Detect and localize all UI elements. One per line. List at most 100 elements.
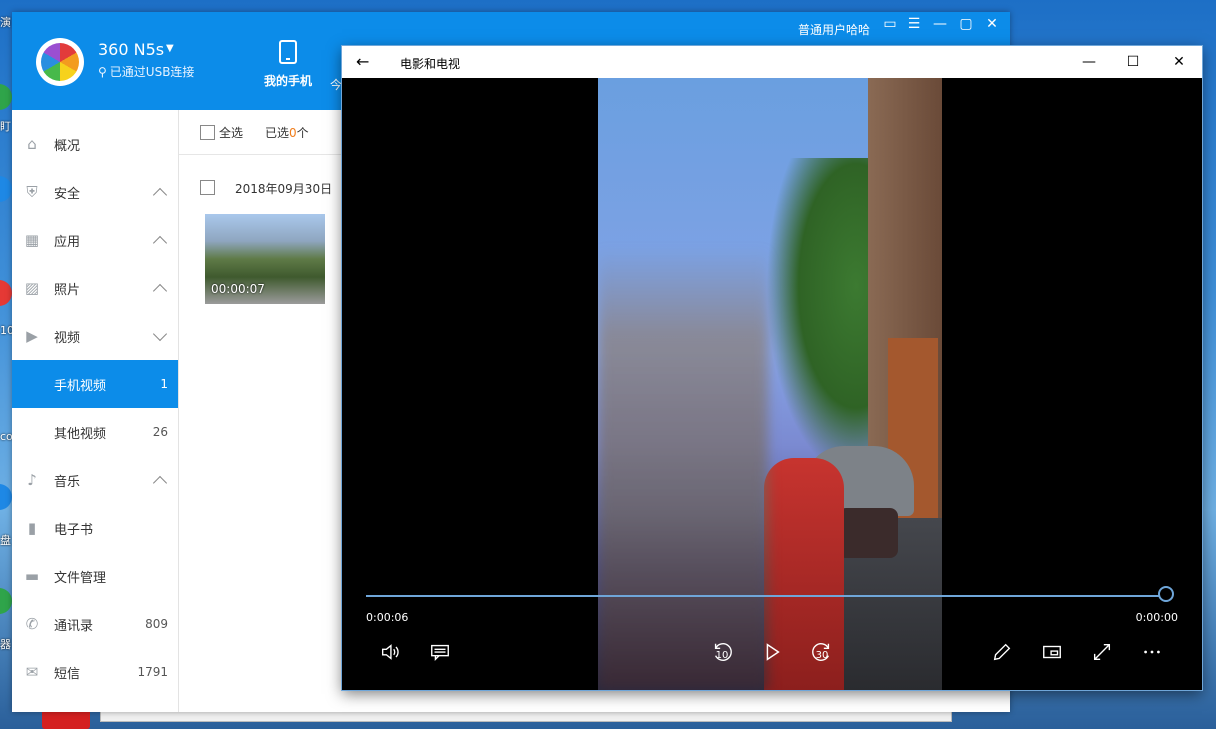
chevron-down-icon <box>152 326 168 341</box>
date-group-label: 2018年09月30日 <box>235 182 333 196</box>
minimize-icon[interactable]: — <box>1066 50 1112 74</box>
remaining-time: 0:00:00 <box>1135 611 1178 624</box>
usb-status-text: 已通过USB连接 <box>109 65 195 79</box>
sms-icon: ✉ <box>25 663 39 681</box>
usb-icon: ⚲ <box>98 65 107 79</box>
chevron-up-icon <box>152 283 168 298</box>
minimize-icon[interactable]: — <box>928 16 952 32</box>
edit-pencil-icon[interactable] <box>984 638 1020 666</box>
chevron-up-icon <box>152 187 168 202</box>
menu-icon[interactable]: ☰ <box>902 16 926 32</box>
select-all-label[interactable]: 全选 <box>219 124 243 141</box>
desktop-label: 盯 <box>0 120 11 133</box>
desktop-label: 器 <box>0 638 11 651</box>
sidebar-item-label: 短信 <box>54 666 81 682</box>
subtitles-icon[interactable] <box>422 638 458 666</box>
player-titlebar: ← 电影和电视 — ☐ ✕ <box>342 46 1202 78</box>
sidebar-item-photos[interactable]: ▨ 照片 <box>12 264 178 312</box>
fullscreen-icon[interactable] <box>1084 638 1120 666</box>
device-name[interactable]: 360 N5s <box>98 40 164 59</box>
app-logo <box>36 38 84 86</box>
video-thumbnail[interactable]: 00:00:07 <box>205 214 325 304</box>
back-arrow-icon[interactable]: ← <box>356 52 369 71</box>
tab-next-partial[interactable]: 今 <box>330 76 342 93</box>
music-note-icon: ♪ <box>27 471 37 489</box>
sidebar-item-label: 电子书 <box>54 522 94 538</box>
image-icon: ▨ <box>24 279 40 297</box>
play-icon[interactable] <box>754 638 790 666</box>
close-icon[interactable]: ✕ <box>980 16 1004 32</box>
sidebar-item-music[interactable]: ♪ 音乐 <box>12 456 178 504</box>
skip-forward-label: 30 <box>815 650 829 661</box>
sidebar-item-files[interactable]: ▬ 文件管理 <box>12 552 178 600</box>
count-badge: 1 <box>160 377 168 391</box>
video-play-icon: ▶ <box>26 327 38 345</box>
sidebar-item-label: 概况 <box>54 138 81 154</box>
close-icon[interactable]: ✕ <box>1156 50 1202 74</box>
folder-icon: ▬ <box>24 567 40 585</box>
desktop-label: 演 <box>0 16 11 29</box>
sidebar-item-ebooks[interactable]: ▮ 电子书 <box>12 504 178 552</box>
desktop-app-icon[interactable] <box>0 588 12 614</box>
selected-count: 已选0个 <box>265 126 309 140</box>
select-all-checkbox[interactable] <box>200 125 215 140</box>
volume-icon[interactable] <box>372 638 408 666</box>
skip-back-icon[interactable]: 10 <box>704 638 740 666</box>
sidebar-item-videos[interactable]: ▶ 视频 <box>12 312 178 360</box>
sidebar-item-label: 应用 <box>54 234 81 250</box>
date-group-checkbox[interactable] <box>200 180 215 195</box>
phone-icon <box>279 40 297 64</box>
home-icon: ⌂ <box>27 135 37 153</box>
tab-my-phone[interactable]: 我的手机 <box>260 40 316 89</box>
player-title: 电影和电视 <box>400 57 461 71</box>
sidebar-item-label: 文件管理 <box>54 570 107 586</box>
sidebar-item-label: 音乐 <box>54 474 81 490</box>
mini-view-icon[interactable] <box>1034 638 1070 666</box>
desktop-strip: 演 盯 10 co 盘 器 <box>0 0 14 729</box>
seek-bar[interactable] <box>366 595 1168 597</box>
phone-call-icon: ✆ <box>25 615 39 633</box>
sidebar-item-label: 其他视频 <box>54 426 107 442</box>
sidebar-item-label: 照片 <box>54 282 81 298</box>
desktop-label: 盘 <box>0 534 11 547</box>
book-icon: ▮ <box>27 519 37 537</box>
desktop-app-icon[interactable] <box>0 176 12 202</box>
chevron-up-icon <box>152 235 168 250</box>
user-label[interactable]: 普通用户哈哈 <box>798 21 870 38</box>
sidebar-item-overview[interactable]: ⌂ 概况 <box>12 120 178 168</box>
sidebar-item-other-videos[interactable]: 其他视频 26 <box>12 408 178 456</box>
device-dropdown-icon[interactable]: ▼ <box>166 43 174 54</box>
tab-my-phone-label: 我的手机 <box>263 74 312 88</box>
sidebar-item-label: 手机视频 <box>54 378 107 394</box>
feedback-icon[interactable]: ▭ <box>878 16 902 32</box>
sidebar-item-apps[interactable]: ▦ 应用 <box>12 216 178 264</box>
more-options-icon[interactable] <box>1134 638 1170 666</box>
maximize-icon[interactable]: ▢ <box>954 16 978 32</box>
desktop-app-icon[interactable] <box>0 484 12 510</box>
desktop-app-icon[interactable] <box>0 280 12 306</box>
skip-forward-icon[interactable]: 30 <box>804 638 840 666</box>
chevron-up-icon <box>152 475 168 490</box>
skip-back-label: 10 <box>715 650 729 661</box>
maximize-icon[interactable]: ☐ <box>1110 50 1156 74</box>
sidebar: ⌂ 概况 ⛨ 安全 ▦ 应用 ▨ 照片 ▶ 视频 手机视频 1 其他视频 26 … <box>12 110 179 712</box>
sidebar-item-label: 通讯录 <box>54 618 94 634</box>
sidebar-item-sms[interactable]: ✉ 短信 1791 <box>12 648 178 696</box>
seek-handle[interactable] <box>1158 586 1174 602</box>
sidebar-item-contacts[interactable]: ✆ 通讯录 809 <box>12 600 178 648</box>
count-badge: 26 <box>152 425 168 439</box>
count-badge: 1791 <box>137 665 168 679</box>
video-frame[interactable] <box>598 78 942 690</box>
sidebar-item-security[interactable]: ⛨ 安全 <box>12 168 178 216</box>
sidebar-item-phone-videos[interactable]: 手机视频 1 <box>12 360 178 408</box>
desktop-app-icon[interactable] <box>0 84 12 110</box>
shield-icon: ⛨ <box>26 183 38 201</box>
video-duration: 00:00:07 <box>211 282 265 296</box>
sidebar-item-label: 视频 <box>54 330 81 346</box>
sidebar-item-label: 安全 <box>54 186 81 202</box>
movies-tv-window: ← 电影和电视 — ☐ ✕ 0:00:06 0:00:00 10 30 <box>342 46 1202 690</box>
usb-status: ⚲ 已通过USB连接 <box>98 63 194 80</box>
count-badge: 809 <box>145 617 168 631</box>
desktop-label: co <box>0 430 13 443</box>
apps-grid-icon: ▦ <box>24 231 40 249</box>
